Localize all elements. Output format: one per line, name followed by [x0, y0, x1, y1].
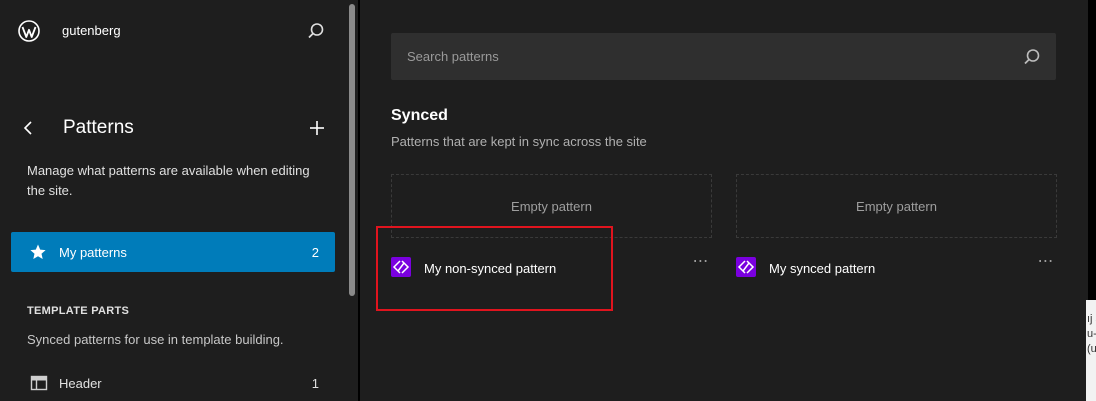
patterns-content: Synced Patterns that are kept in sync ac…: [360, 0, 1088, 401]
wordpress-icon[interactable]: [18, 20, 40, 42]
pattern-card[interactable]: Empty pattern My non-synced pattern ⋯: [391, 174, 712, 287]
header-icon: [30, 374, 48, 392]
sidebar-item-label: My patterns: [59, 245, 127, 260]
search-icon[interactable]: [1022, 47, 1042, 67]
sidebar-item-header[interactable]: Header 1: [11, 370, 335, 398]
pattern-name[interactable]: My non-synced pattern: [424, 261, 556, 276]
chevron-left-icon[interactable]: [18, 117, 40, 139]
pattern-footer: My non-synced pattern ⋯: [391, 247, 712, 287]
group-title: Synced: [391, 107, 448, 124]
search-icon[interactable]: [306, 21, 326, 41]
star-icon: [29, 243, 47, 261]
pattern-preview[interactable]: Empty pattern: [736, 174, 1057, 238]
search-input[interactable]: [391, 33, 1027, 80]
background-text: ıj s u- (u: [1087, 313, 1096, 355]
sidebar: gutenberg Patterns Manage what patterns …: [0, 0, 358, 401]
site-editor: gutenberg Patterns Manage what patterns …: [0, 0, 1096, 401]
sidebar-scrollbar[interactable]: [349, 4, 355, 296]
pattern-card[interactable]: Empty pattern My synced pattern ⋯: [736, 174, 1057, 287]
more-icon[interactable]: ⋯: [690, 254, 712, 275]
site-title[interactable]: gutenberg: [62, 23, 121, 39]
group-description: Patterns that are kept in sync across th…: [391, 134, 647, 149]
sidebar-item-label: Header: [59, 376, 102, 391]
symbol-icon: [736, 257, 756, 277]
pattern-name[interactable]: My synced pattern: [769, 261, 875, 276]
sidebar-item-count: 1: [311, 376, 319, 391]
search-box: [391, 33, 1056, 80]
sidebar-description: Manage what patterns are available when …: [27, 163, 310, 198]
pattern-preview[interactable]: Empty pattern: [391, 174, 712, 238]
symbol-icon: [391, 257, 411, 277]
more-icon[interactable]: ⋯: [1035, 254, 1057, 275]
plus-icon[interactable]: [306, 117, 328, 139]
template-parts-description: Synced patterns for use in template buil…: [27, 332, 284, 347]
sidebar-item-my-patterns[interactable]: My patterns 2: [11, 232, 335, 272]
sidebar-item-count: 2: [311, 245, 319, 260]
sidebar-title: Patterns: [63, 117, 134, 138]
site-hub: gutenberg: [0, 0, 345, 62]
template-parts-heading: TEMPLATE PARTS: [27, 305, 130, 317]
pattern-footer: My synced pattern ⋯: [736, 247, 1057, 287]
